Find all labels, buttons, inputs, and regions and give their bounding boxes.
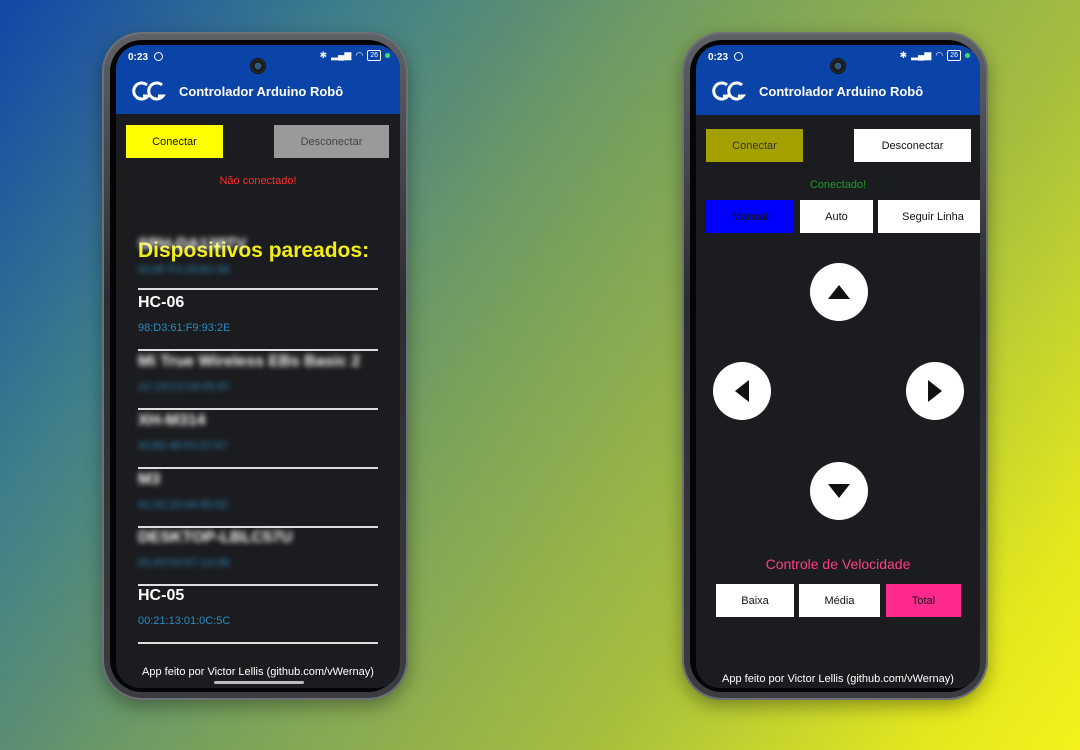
device-mac: 98:D3:61:F9:93:2E [138, 322, 231, 334]
wifi-icon: ◠ [935, 50, 944, 60]
phone-left: 0:23 ✱ ▂▄▆ ◠ 26 Controlador Arduino Robô… [102, 32, 408, 700]
move-down-button[interactable] [810, 462, 868, 520]
device-name: HC-06 [138, 294, 185, 311]
device-name: HC-05 [138, 587, 185, 604]
device-name: Mi True Wireless EBs Basic 2 [138, 353, 361, 370]
arrow-up-icon [828, 285, 850, 299]
connect-button[interactable]: Conectar [126, 125, 223, 158]
notification-icon [154, 52, 163, 61]
app-title: Controlador Arduino Robô [759, 84, 924, 99]
move-left-button[interactable] [713, 362, 771, 420]
phone-right: 0:23 ✱ ▂▄▆ ◠ 26 Controlador Arduino Robô… [682, 32, 988, 700]
status-time: 0:23 [128, 52, 149, 63]
footer-credit: App feito por Victor Lellis (github.com/… [722, 673, 954, 685]
status-time: 0:23 [708, 52, 729, 63]
move-up-button[interactable] [810, 263, 868, 321]
device-item[interactable]: DESKTOP-LBLC57U 00:A5:54:57:1A:08 [138, 527, 378, 586]
arrow-right-icon [928, 380, 942, 402]
logo-icon [712, 81, 746, 103]
connection-status: Não conectado! [219, 175, 297, 187]
device-name: SPH-DA138TV [138, 236, 247, 253]
notification-icon [734, 52, 743, 61]
mode-follow-line-button[interactable]: Seguir Linha [878, 200, 980, 233]
connection-status: Conectado! [809, 179, 867, 191]
device-item[interactable]: SPH-DA138TV 00:6F:F2:29:B1:56 [138, 234, 378, 290]
device-item[interactable]: Mi True Wireless EBs Basic 2 1C:19:C2:04… [138, 351, 378, 410]
app-title: Controlador Arduino Robô [179, 84, 344, 99]
mode-auto-button[interactable]: Auto [800, 200, 873, 233]
app-bar: 0:23 ✱ ▂▄▆ ◠ 26 Controlador Arduino Robô [696, 45, 980, 115]
camera-icon [830, 58, 846, 74]
signal-icon: ▂▄▆ [911, 50, 932, 60]
footer-credit: App feito por Victor Lellis (github.com/… [142, 666, 374, 678]
device-name: DESKTOP-LBLC57U [138, 529, 293, 546]
status-icons: ✱ ▂▄▆ ◠ 26 [900, 50, 970, 61]
device-mac: 00:21:13:01:0C:5C [138, 615, 231, 627]
logo-icon [132, 81, 166, 103]
speed-medium-button[interactable]: Média [799, 584, 880, 617]
device-item[interactable]: HC-05 00:21:13:01:0C:5C [138, 585, 378, 644]
screen-devices: 0:23 ✱ ▂▄▆ ◠ 26 Controlador Arduino Robô… [116, 45, 400, 688]
disconnect-button[interactable]: Desconectar [274, 125, 389, 158]
disconnect-button[interactable]: Desconectar [854, 129, 971, 162]
wifi-icon: ◠ [355, 50, 364, 60]
device-divider [138, 288, 378, 290]
device-mac: 1C:19:C2:04:05:97 [138, 381, 231, 393]
device-name: M3 [138, 471, 161, 488]
speed-full-button[interactable]: Total [886, 584, 961, 617]
device-mac: 40:80:48:F0:37:67 [138, 440, 228, 452]
bluetooth-icon: ✱ [899, 50, 908, 60]
device-item[interactable]: XH-M314 40:80:48:F0:37:67 [138, 410, 378, 469]
screen-controller: 0:23 ✱ ▂▄▆ ◠ 26 Controlador Arduino Robô… [696, 45, 980, 688]
signal-icon: ▂▄▆ [331, 50, 352, 60]
device-divider [138, 642, 378, 644]
move-right-button[interactable] [906, 362, 964, 420]
home-indicator[interactable] [214, 681, 304, 684]
camera-icon [250, 58, 266, 74]
battery-icon: 26 [367, 50, 381, 61]
speed-control-title: Controle de Velocidade [765, 556, 911, 572]
mode-manual-button[interactable]: Manual [706, 200, 794, 233]
arrow-down-icon [828, 484, 850, 498]
arrow-left-icon [735, 380, 749, 402]
device-item[interactable]: M3 41:42:15:0A:80:52 [138, 469, 378, 528]
device-name: XH-M314 [138, 412, 206, 429]
app-bar: 0:23 ✱ ▂▄▆ ◠ 26 Controlador Arduino Robô [116, 45, 400, 114]
device-mac: 41:42:15:0A:80:52 [138, 499, 228, 511]
bluetooth-icon: ✱ [319, 50, 328, 60]
speed-low-button[interactable]: Baixa [716, 584, 794, 617]
connect-button[interactable]: Conectar [706, 129, 803, 162]
device-mac: 00:A5:54:57:1A:08 [138, 557, 230, 569]
privacy-dot-icon [965, 53, 970, 58]
privacy-dot-icon [385, 53, 390, 58]
device-item[interactable]: HC-06 98:D3:61:F9:93:2E [138, 292, 378, 351]
battery-icon: 26 [947, 50, 961, 61]
status-icons: ✱ ▂▄▆ ◠ 26 [320, 50, 390, 61]
device-mac: 00:6F:F2:29:B1:56 [138, 264, 230, 276]
